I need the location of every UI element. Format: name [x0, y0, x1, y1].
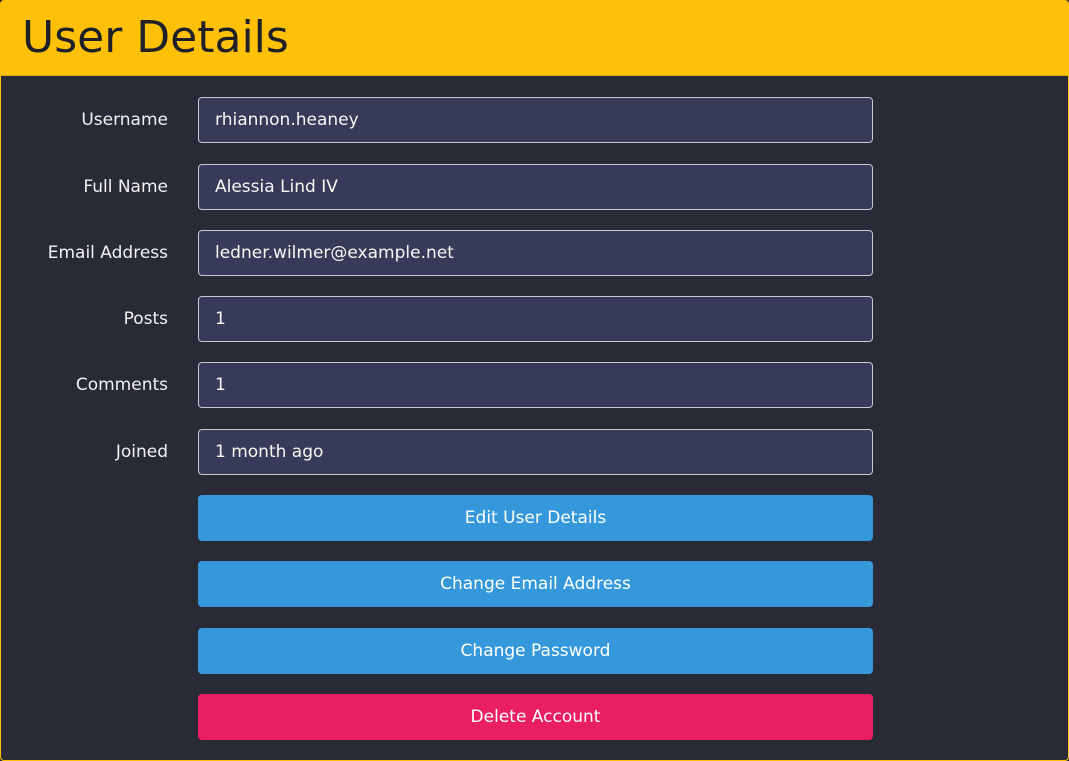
joined-field[interactable] [198, 429, 873, 475]
comments-label: Comments [75, 375, 168, 395]
username-field[interactable] [198, 97, 873, 143]
full-name-label: Full Name [83, 177, 168, 197]
posts-label: Posts [123, 309, 168, 329]
form-row-username: Username [1, 97, 1068, 143]
comments-field[interactable] [198, 362, 873, 408]
form-row-comments: Comments [1, 362, 1068, 408]
form-row-joined: Joined [1, 429, 1068, 475]
change-password-button[interactable]: Change Password [198, 628, 873, 674]
card-header: User Details [1, 1, 1068, 76]
delete-account-button[interactable]: Delete Account [198, 694, 873, 740]
page-title: User Details [22, 12, 289, 63]
full-name-field[interactable] [198, 164, 873, 210]
email-field[interactable] [198, 230, 873, 276]
form-row-full-name: Full Name [1, 164, 1068, 210]
edit-user-details-button[interactable]: Edit User Details [198, 495, 873, 541]
user-details-card: User Details Username Full Name Email Ad… [0, 0, 1069, 761]
change-email-button[interactable]: Change Email Address [198, 561, 873, 607]
email-label: Email Address [47, 243, 168, 263]
joined-label: Joined [115, 442, 168, 462]
form-row-email: Email Address [1, 230, 1068, 276]
form-row-posts: Posts [1, 296, 1068, 342]
username-label: Username [81, 110, 168, 130]
posts-field[interactable] [198, 296, 873, 342]
